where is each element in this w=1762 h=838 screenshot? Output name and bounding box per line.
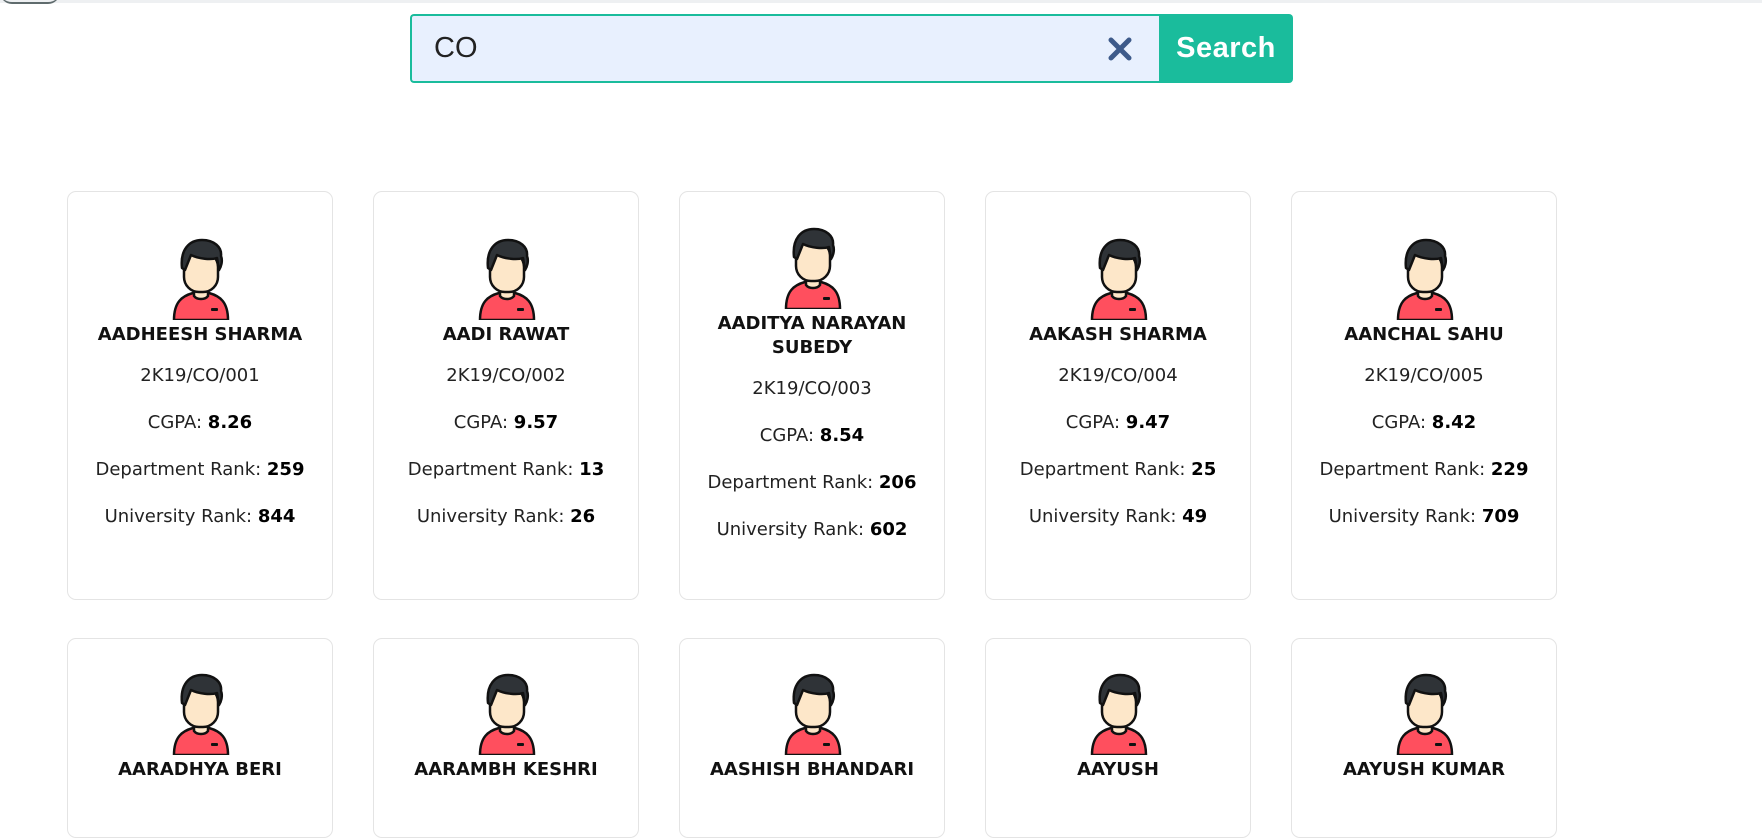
student-name: AASHISH BHANDARI: [709, 759, 915, 780]
student-card[interactable]: AAYUSH KUMAR: [1291, 638, 1557, 838]
student-name: AARAMBH KESHRI: [414, 759, 598, 780]
student-card[interactable]: AAKASH SHARMA 2K19/CO/004 CGPA: 9.47 Dep…: [985, 191, 1251, 600]
student-department-rank: Department Rank: 206: [707, 472, 917, 493]
student-university-rank: University Rank: 26: [416, 506, 596, 527]
student-card[interactable]: AANCHAL SAHU 2K19/CO/005 CGPA: 8.42 Depa…: [1291, 191, 1557, 600]
student-name: AAYUSH KUMAR: [1342, 759, 1506, 780]
student-university-rank: University Rank: 49: [1028, 506, 1208, 527]
student-card[interactable]: AADHEESH SHARMA 2K19/CO/001 CGPA: 8.26 D…: [67, 191, 333, 600]
student-avatar-icon: [478, 238, 536, 320]
student-avatar-icon: [478, 673, 536, 755]
student-avatar-icon: [1090, 673, 1148, 755]
student-name: AADITYA NARAYAN SUBEDY: [717, 313, 907, 358]
search-box: [410, 14, 1159, 83]
student-name: AADI RAWAT: [442, 324, 570, 345]
student-cgpa: CGPA: 8.54: [759, 425, 865, 446]
student-card[interactable]: AADI RAWAT 2K19/CO/002 CGPA: 9.57 Depart…: [373, 191, 639, 600]
student-university-rank: University Rank: 709: [1328, 506, 1520, 527]
close-icon[interactable]: [1103, 32, 1137, 66]
search-button[interactable]: Search: [1159, 14, 1293, 83]
student-roll-number: 2K19/CO/001: [140, 365, 260, 386]
student-university-rank: University Rank: 844: [104, 506, 296, 527]
student-avatar-icon: [1396, 238, 1454, 320]
student-card[interactable]: AADITYA NARAYAN SUBEDY 2K19/CO/003 CGPA:…: [679, 191, 945, 600]
student-cgpa: CGPA: 8.42: [1371, 412, 1477, 433]
student-cgpa: CGPA: 9.57: [453, 412, 559, 433]
student-card[interactable]: AARADHYA BERI: [67, 638, 333, 838]
student-department-rank: Department Rank: 229: [1319, 459, 1529, 480]
student-avatar-icon: [784, 673, 842, 755]
student-avatar-icon: [784, 227, 842, 309]
student-name: AAYUSH: [1077, 759, 1159, 780]
student-roll-number: 2K19/CO/003: [752, 378, 872, 399]
student-avatar-icon: [172, 673, 230, 755]
student-department-rank: Department Rank: 259: [95, 459, 305, 480]
student-cgpa: CGPA: 9.47: [1065, 412, 1171, 433]
search-input[interactable]: [412, 16, 1103, 81]
student-avatar-icon: [1090, 238, 1148, 320]
student-department-rank: Department Rank: 13: [407, 459, 605, 480]
student-card[interactable]: AAYUSH: [985, 638, 1251, 838]
student-roll-number: 2K19/CO/005: [1364, 365, 1484, 386]
student-university-rank: University Rank: 602: [716, 519, 908, 540]
student-name: AAKASH SHARMA: [1029, 324, 1207, 345]
corner-decoration: [0, 0, 60, 4]
student-name: AANCHAL SAHU: [1344, 324, 1504, 345]
student-name: AARADHYA BERI: [118, 759, 282, 780]
student-card[interactable]: AASHISH BHANDARI: [679, 638, 945, 838]
student-roll-number: 2K19/CO/004: [1058, 365, 1178, 386]
student-name: AADHEESH SHARMA: [97, 324, 303, 345]
student-roll-number: 2K19/CO/002: [446, 365, 566, 386]
student-cgpa: CGPA: 8.26: [147, 412, 253, 433]
student-department-rank: Department Rank: 25: [1019, 459, 1217, 480]
search-bar: Search: [410, 14, 1293, 83]
top-border: [0, 0, 1762, 3]
student-avatar-icon: [172, 238, 230, 320]
student-card[interactable]: AARAMBH KESHRI: [373, 638, 639, 838]
student-avatar-icon: [1396, 673, 1454, 755]
